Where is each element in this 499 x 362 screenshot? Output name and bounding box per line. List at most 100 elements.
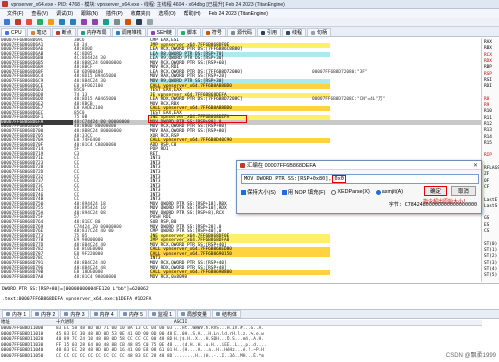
patch-icon[interactable] — [147, 19, 153, 25]
title-bar: vpnserver_x64.exe - PID: 4768 - 模块: vpns… — [0, 0, 499, 9]
register-name[interactable]: RSI — [484, 78, 492, 83]
tab-11[interactable]: 句柄 — [306, 28, 331, 36]
menu-item-6[interactable]: 选项(O) — [154, 10, 179, 17]
register-name[interactable]: RBX — [484, 46, 492, 51]
tab-6[interactable]: 脚本 — [176, 28, 201, 36]
dialog-title: 汇编在 00007FF6B868DEFA — [247, 163, 316, 169]
fill-nop-label: 用 NOP 填充(F) — [287, 190, 326, 196]
dump-tab-1[interactable]: 内存 2 — [31, 310, 60, 318]
tab-2[interactable]: 断点 — [51, 28, 76, 36]
tab-label: 内存布局 — [86, 30, 107, 36]
register-name[interactable]: RDI — [484, 84, 492, 89]
assemble-input[interactable]: MOV DWORD PTR SS:[RSP+0x80], 0x0 — [241, 174, 479, 184]
dialog-close-icon[interactable]: ✕ — [473, 162, 478, 169]
trace-over-icon[interactable] — [92, 19, 98, 25]
tab-9[interactable]: 引用 — [256, 28, 281, 36]
register-name[interactable]: RAX — [484, 40, 492, 45]
register-name[interactable]: RFLAGS — [484, 166, 499, 171]
xedparse-radio[interactable]: XEDParse(X) — [331, 189, 370, 195]
tab-7[interactable]: 符号 — [201, 28, 226, 36]
register-name[interactable]: GS — [484, 216, 489, 221]
register-name[interactable]: R10 — [484, 109, 492, 114]
register-name[interactable]: ST(5) — [484, 273, 497, 278]
dump-tab-0[interactable]: 内存 1 — [2, 310, 31, 318]
register-name[interactable]: ZF — [484, 172, 489, 177]
register-name[interactable]: RSP — [484, 72, 492, 77]
register-name[interactable]: LastE — [484, 198, 497, 203]
fill-nop-checkbox[interactable]: 用 NOP 填充(F) — [281, 188, 326, 196]
register-name[interactable]: RBP — [484, 65, 492, 70]
menu-item-1[interactable]: 查看(V) — [27, 10, 52, 17]
execute-till-return-icon[interactable] — [103, 19, 109, 25]
register-name[interactable]: CF — [484, 185, 489, 190]
tab-icon — [260, 30, 265, 35]
register-name[interactable]: LastS — [484, 204, 497, 209]
dump-tab-icon — [93, 312, 98, 316]
dump-tab-3[interactable]: 内存 4 — [89, 310, 118, 318]
register-name[interactable]: R13 — [484, 128, 492, 133]
pause-icon[interactable] — [48, 19, 54, 25]
menu-item-0[interactable]: 文件(F) — [3, 10, 27, 17]
keep-size-checkbox[interactable]: 保持大小(S) — [241, 188, 276, 196]
asmjit-radio[interactable]: asmjit(A) — [375, 189, 404, 195]
menu-item-7[interactable]: 帮助(H) — [180, 10, 205, 17]
register-name[interactable]: R11 — [484, 116, 492, 121]
tab-0[interactable]: CPU — [1, 28, 26, 36]
memory-dump[interactable]: 00007FF6B8D11000 83 EC 58 48 8D 0D 71 00 … — [0, 326, 482, 362]
menu-item-2[interactable]: 调试(D) — [52, 10, 77, 17]
tab-10[interactable]: 线程 — [281, 28, 306, 36]
dump-ascii: H..(H....A...a..H..HéHz...é.!.~P.H — [174, 348, 264, 354]
register-name[interactable]: ST(2) — [484, 254, 497, 259]
ok-button[interactable]: 确定 — [424, 186, 447, 196]
register-name[interactable]: ES — [484, 223, 489, 228]
step-over-icon[interactable] — [70, 19, 76, 25]
register-name[interactable]: RCX — [484, 53, 492, 58]
tab-4[interactable]: 调用堆栈 — [111, 28, 146, 36]
register-name[interactable]: CS — [484, 229, 489, 234]
dump-tab-5[interactable]: 监视 1 — [147, 310, 177, 318]
register-name[interactable]: R15 — [484, 141, 492, 146]
asmjit-label: asmjit(A) — [381, 189, 404, 195]
run-icon[interactable] — [37, 19, 43, 25]
calculator-icon[interactable] — [136, 19, 142, 25]
step-into-icon[interactable] — [59, 19, 65, 25]
tab-5[interactable]: SEH链 — [146, 28, 176, 36]
register-name[interactable]: ST(0) — [484, 242, 497, 247]
register-name[interactable]: RIP — [484, 153, 492, 158]
dump-tab-7[interactable]: 结构体 — [212, 310, 242, 318]
register-name[interactable]: ST(4) — [484, 267, 497, 272]
disasm-row[interactable]: 00007FF6B868D7A0 48:81C4 98000000 MOV RCX,… — [0, 275, 481, 280]
tab-icon — [310, 30, 315, 35]
tab-1[interactable]: 笔记 — [26, 28, 51, 36]
menu-item-3[interactable]: 跟踪(N) — [77, 10, 102, 17]
register-name[interactable]: ST(3) — [484, 261, 497, 266]
tab-8[interactable]: 源代码 — [226, 28, 256, 36]
dump-tab-icon — [122, 312, 127, 316]
dump-tab-6[interactable]: 局部变量 — [177, 310, 212, 318]
menu-item-5[interactable]: 收藏夹(I) — [127, 10, 155, 17]
register-name[interactable]: R9 — [484, 103, 489, 108]
animate-icon[interactable] — [114, 19, 120, 25]
register-name[interactable]: R8 — [484, 97, 489, 102]
menu-item-4[interactable]: 插件(P) — [102, 10, 127, 17]
close-icon[interactable] — [26, 19, 32, 25]
tab-label: CPU — [11, 29, 22, 36]
open-icon[interactable] — [4, 19, 10, 25]
menu-item-8[interactable]: Feb 24 2023 (TitanEngine) — [205, 11, 272, 17]
scylla-icon[interactable] — [125, 19, 131, 25]
radio-checked-icon — [375, 189, 381, 195]
register-pane[interactable]: RAX RBX RCX RDX RBP RSP RSI RDI R8 R9 R10 R11 R12 R13… — [482, 38, 499, 282]
dump-tab-2[interactable]: 内存 3 — [60, 310, 89, 318]
register-name[interactable]: RDX — [484, 59, 492, 64]
tab-3[interactable]: 内存布局 — [76, 28, 111, 36]
register-name[interactable]: ST(1) — [484, 248, 497, 253]
dump-tab-4[interactable]: 内存 5 — [118, 310, 147, 318]
trace-into-icon[interactable] — [81, 19, 87, 25]
cancel-button[interactable]: 取消 — [451, 186, 476, 196]
register-name[interactable]: R14 — [484, 135, 492, 140]
register-name[interactable]: R12 — [484, 122, 492, 127]
restart-icon[interactable] — [15, 19, 21, 25]
register-name[interactable]: OF — [484, 179, 489, 184]
dump-hex: CC CC CC CC CC CC CC CC CC 48 83 EC 28 4… — [56, 354, 173, 359]
dump-hex: 48 89 7C 24 10 48 8B 0D 58 CC CC CC 00 4… — [56, 337, 173, 343]
